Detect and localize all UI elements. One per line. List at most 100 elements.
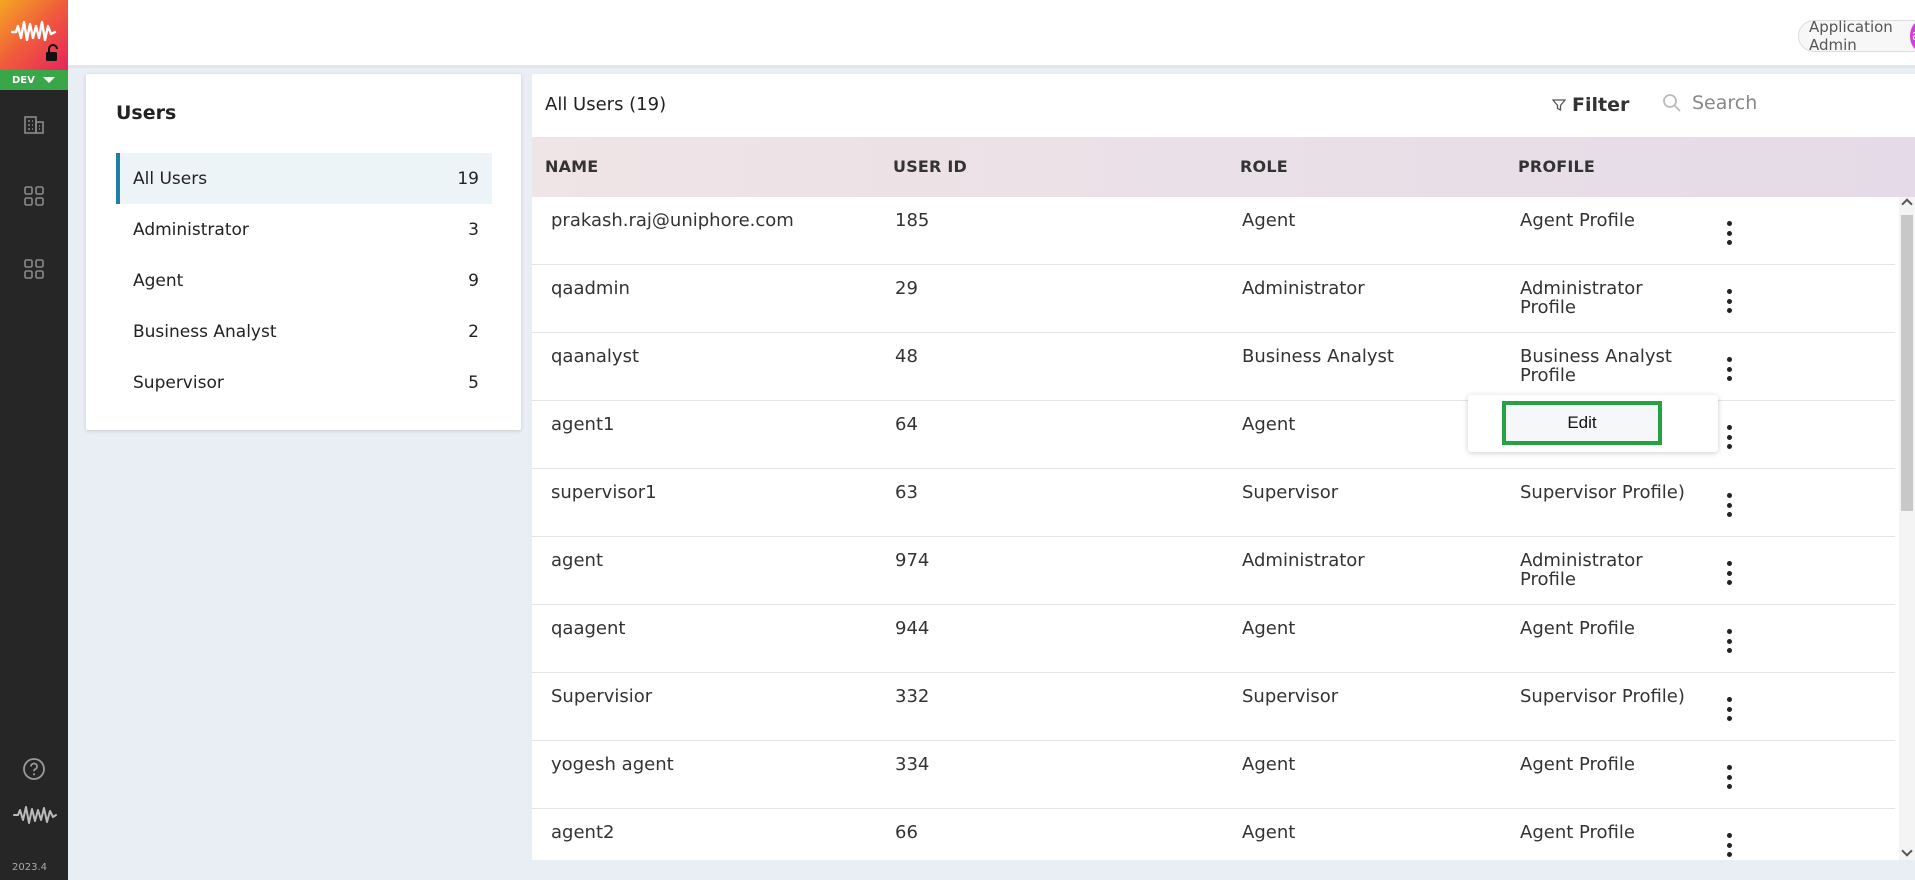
cell-name: Supervisior [551,686,653,707]
table-row[interactable]: supervisor1 63 Supervisor Supervisor Pro… [532,469,1895,537]
cell-user-id: 332 [895,686,930,707]
more-options-icon[interactable] [1722,833,1736,857]
user-name: Application Admin [1809,18,1893,54]
avatar: an [1910,21,1915,51]
cell-role: Agent [1242,210,1296,231]
apps-grid-icon[interactable] [22,184,46,208]
table-row[interactable]: qaanalyst 48 Business Analyst Business A… [532,333,1895,401]
cell-user-id: 29 [895,278,918,299]
more-options-icon[interactable] [1722,289,1736,313]
category-all-users[interactable]: All Users 19 [116,153,492,204]
column-header-profile[interactable]: PROFILE [1518,157,1595,176]
edit-menu-item[interactable]: Edit [1502,401,1662,445]
category-label: Supervisor [133,372,224,393]
table-row[interactable]: agent 974 Administrator Administrator Pr… [532,537,1895,605]
cell-name: qaadmin [551,278,630,299]
more-options-icon[interactable] [1722,629,1736,653]
chevron-down-icon [42,77,55,83]
column-header-name[interactable]: NAME [545,157,598,176]
cell-profile: Agent Profile [1520,618,1635,639]
cell-name: qaanalyst [551,346,640,367]
table-scrollbar[interactable] [1899,197,1915,860]
cell-user-id: 64 [895,414,918,435]
table-row[interactable]: qaadmin 29 Administrator Administrator P… [532,265,1895,333]
category-business-analyst[interactable]: Business Analyst 2 [116,306,492,357]
table-row[interactable]: Supervisior 332 Supervisor Supervisor Pr… [532,673,1895,741]
cell-user-id: 66 [895,822,918,843]
cell-profile: Agent Profile [1520,754,1635,775]
search-placeholder: Search [1692,92,1758,114]
table-row[interactable]: yogesh agent 334 Agent Agent Profile [532,741,1895,809]
column-header-role[interactable]: ROLE [1240,157,1288,176]
users-table-panel: All Users (19) Filter Search NAME USER I… [532,74,1915,860]
search-input[interactable]: Search [1662,92,1757,114]
category-count: 9 [468,270,479,291]
apps-grid-icon[interactable] [22,257,46,281]
table-row[interactable]: agent2 66 Agent Agent Profile [532,809,1895,860]
scrollbar-thumb[interactable] [1901,215,1913,511]
cell-user-id: 185 [895,210,930,231]
filter-label: Filter [1572,94,1630,116]
category-count: 2 [468,321,479,342]
cell-profile: Agent Profile [1520,210,1635,231]
category-label: All Users [133,168,208,189]
cell-user-id: 334 [895,754,930,775]
top-bar: Application Admin an [68,0,1915,68]
cell-name: agent [551,550,603,571]
environment-label: DEV [12,74,35,86]
category-label: Business Analyst [133,321,277,342]
app-logo[interactable] [0,0,68,70]
left-rail: DEV 2023.4 [0,0,68,880]
cell-profile: Supervisor Profile) [1520,482,1685,503]
scroll-down-icon[interactable] [1901,845,1913,857]
building-icon[interactable] [22,113,46,137]
cell-profile: Administrator Profile [1520,550,1643,590]
cell-role: Agent [1242,618,1296,639]
cell-name: supervisor1 [551,482,657,503]
cell-role: Supervisor [1242,482,1339,503]
more-options-icon[interactable] [1722,221,1736,245]
more-options-icon[interactable] [1722,765,1736,789]
category-supervisor[interactable]: Supervisor 5 [116,357,492,408]
cell-role: Supervisor [1242,686,1339,707]
category-count: 3 [468,219,479,240]
cell-profile: Administrator Profile [1520,278,1643,318]
row-context-menu: Edit [1468,395,1718,452]
table-row[interactable]: qaagent 944 Agent Agent Profile [532,605,1895,673]
more-options-icon[interactable] [1722,493,1736,517]
filter-button[interactable]: Filter [1552,94,1629,116]
cell-name: yogesh agent [551,754,674,775]
help-icon[interactable] [22,757,46,781]
lock-icon[interactable] [44,44,62,62]
waveform-logo-icon [13,806,57,824]
cell-role: Administrator [1242,550,1365,571]
filter-icon [1552,99,1566,112]
search-icon [1663,94,1681,112]
more-options-icon[interactable] [1722,561,1736,585]
cell-name: agent1 [551,414,615,435]
more-options-icon[interactable] [1722,697,1736,721]
cell-role: Agent [1242,754,1296,775]
table-header: NAME USER ID ROLE PROFILE [532,137,1915,197]
cell-user-id: 974 [895,550,930,571]
environment-selector[interactable]: DEV [0,70,68,90]
more-options-icon[interactable] [1722,357,1736,381]
scroll-up-icon[interactable] [1901,198,1913,210]
cell-name: agent2 [551,822,615,843]
card-title: Users [116,102,177,124]
column-header-user-id[interactable]: USER ID [893,157,967,176]
category-administrator[interactable]: Administrator 3 [116,204,492,255]
cell-role: Administrator [1242,278,1365,299]
page-title: All Users (19) [545,94,667,115]
table-row[interactable]: prakash.raj@uniphore.com 185 Agent Agent… [532,197,1895,265]
category-label: Administrator [133,219,249,240]
cell-role: Agent [1242,414,1296,435]
cell-profile: Supervisor Profile) [1520,686,1685,707]
cell-profile: Business Analyst Profile [1520,346,1672,386]
more-options-icon[interactable] [1722,425,1736,449]
cell-user-id: 48 [895,346,918,367]
user-menu[interactable]: Application Admin an [1798,18,1915,54]
category-agent[interactable]: Agent 9 [116,255,492,306]
cell-name: prakash.raj@uniphore.com [551,210,794,231]
cell-profile: Agent Profile [1520,822,1635,843]
